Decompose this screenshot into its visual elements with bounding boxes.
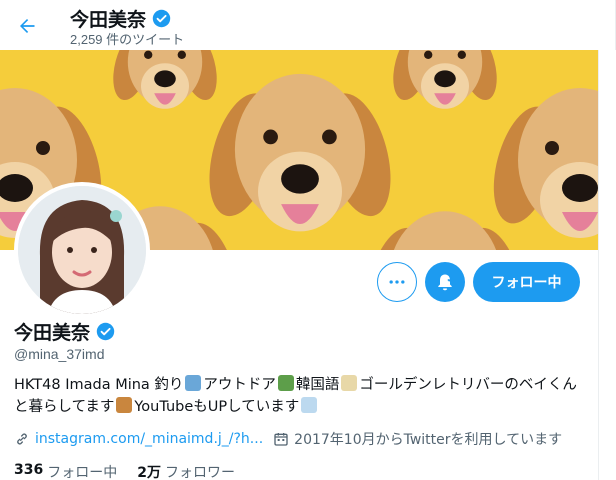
memo-icon	[341, 375, 358, 391]
header-name: 今田美奈	[70, 9, 147, 31]
bio-text: 韓国語	[295, 377, 340, 393]
profile-link-text[interactable]: instagram.com/_minaimd.j_/?h...	[35, 431, 263, 447]
bio-text: と暮らしてます	[14, 399, 115, 415]
profile-stats: 336 フォロー中 2万 フォロワー	[14, 462, 235, 480]
profile-meta: instagram.com/_minaimd.j_/?h... 2017年10月…	[14, 429, 572, 449]
profile-name: 今田美奈	[14, 318, 115, 345]
joined-text: 2017年10月からTwitterを利用しています	[294, 432, 563, 448]
following-label: フォロー中	[47, 465, 118, 480]
header-title: 今田美奈	[70, 5, 171, 32]
following-button[interactable]: フォロー中	[473, 262, 580, 302]
user-handle: @mina_37imd	[14, 346, 105, 362]
joined-date: 2017年10月からTwitterを利用しています	[273, 429, 562, 449]
fishing-icon	[185, 375, 202, 391]
notifications-button[interactable]	[425, 262, 465, 302]
followers-stat[interactable]: 2万 フォロワー	[137, 462, 235, 480]
bio-text: YouTubeもUPしています	[134, 399, 300, 415]
tent-icon	[277, 375, 294, 391]
avatar-image	[18, 186, 146, 314]
avatar[interactable]	[14, 182, 150, 318]
followers-count: 2万	[137, 465, 161, 480]
bio-text: ゴールデンレトリバーのベイくん	[359, 377, 577, 393]
bell-icon	[438, 274, 453, 291]
verified-badge-icon	[96, 322, 115, 341]
right-divider	[598, 50, 616, 480]
link-icon	[17, 433, 27, 445]
more-options-button[interactable]	[377, 262, 417, 302]
back-arrow-icon	[20, 19, 35, 33]
speech-bubble-icon	[301, 397, 318, 413]
more-icon	[389, 280, 405, 284]
bio-text: アウトドア	[203, 377, 276, 393]
following-count: 336	[14, 462, 44, 478]
display-name: 今田美奈	[14, 322, 91, 344]
followers-label: フォロワー	[164, 465, 235, 480]
dog-icon	[116, 397, 133, 413]
back-button[interactable]	[10, 9, 44, 43]
tweet-count: 2,259 件のツイート	[70, 32, 185, 47]
following-stat[interactable]: 336 フォロー中	[14, 462, 117, 480]
profile-header: 今田美奈 2,259 件のツイート	[0, 0, 616, 50]
calendar-icon	[274, 433, 288, 446]
bio-text: HKT48 Imada Mina 釣り	[14, 377, 184, 393]
profile-bio: HKT48 Imada Mina 釣り アウトドア 韓国語 ゴールデンレトリバーのベイ…	[14, 374, 589, 418]
verified-badge-icon	[152, 9, 171, 28]
profile-link[interactable]: instagram.com/_minaimd.j_/?h...	[14, 431, 263, 447]
